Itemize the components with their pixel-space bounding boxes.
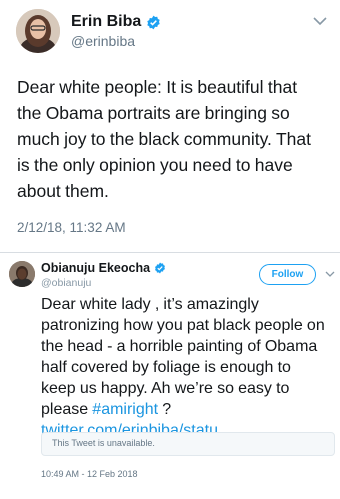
author-name-text: Erin Biba xyxy=(71,13,142,30)
follow-button[interactable]: Follow xyxy=(259,264,316,285)
profile-photo xyxy=(16,9,60,53)
author-name[interactable]: Erin Biba xyxy=(71,13,161,31)
tweet-text-line: the head - a horrible painting of Obama xyxy=(41,338,318,355)
avatar[interactable] xyxy=(16,9,60,53)
profile-photo xyxy=(9,261,35,287)
chevron-down-icon[interactable] xyxy=(311,14,329,28)
chevron-down-icon[interactable] xyxy=(324,269,336,279)
hashtag-link[interactable]: #amiright xyxy=(92,401,158,418)
tweet-text-line: the Obama portraits are bringing so xyxy=(17,103,290,123)
quoted-tweet-unavailable-text: This Tweet is unavailable. xyxy=(52,438,155,448)
verified-badge-icon xyxy=(155,262,166,274)
divider xyxy=(0,252,340,253)
tweet-text-line: please xyxy=(41,401,93,418)
tweet-text-line: is the only opinion you need to have xyxy=(17,155,293,175)
tweet-timestamp[interactable]: 2/12/18, 11:32 AM xyxy=(17,220,126,235)
author-handle[interactable]: @erinbiba xyxy=(71,33,135,49)
avatar[interactable] xyxy=(9,261,35,287)
tweet-text-line: half covered by foliage is enough to xyxy=(41,359,291,376)
tweet-timestamp[interactable]: 10:49 AM - 12 Feb 2018 xyxy=(41,469,138,479)
tweet-text: Dear white people: It is beautiful that … xyxy=(17,74,333,204)
verified-badge-icon xyxy=(147,15,160,29)
author-handle[interactable]: @obianuju xyxy=(41,277,91,289)
tweet-text-line: Dear white people: It is beautiful that xyxy=(17,77,298,97)
author-name[interactable]: Obianuju Ekeocha xyxy=(41,261,166,275)
author-name-text: Obianuju Ekeocha xyxy=(41,261,151,275)
tweet-text-line: ? xyxy=(158,401,172,418)
tweet-text-line: patronizing how you pat black people on xyxy=(41,317,325,334)
tweet-text-line: Dear white lady , it’s amazingly xyxy=(41,296,259,313)
tweet-text-line: much joy to the black community. That xyxy=(17,129,311,149)
tweet-text-line: about them. xyxy=(17,181,109,201)
tweet-text: Dear white lady , it’s amazingly patroni… xyxy=(41,294,337,441)
tweet-text-line: keep us happy. Ah we’re so easy to xyxy=(41,380,290,397)
